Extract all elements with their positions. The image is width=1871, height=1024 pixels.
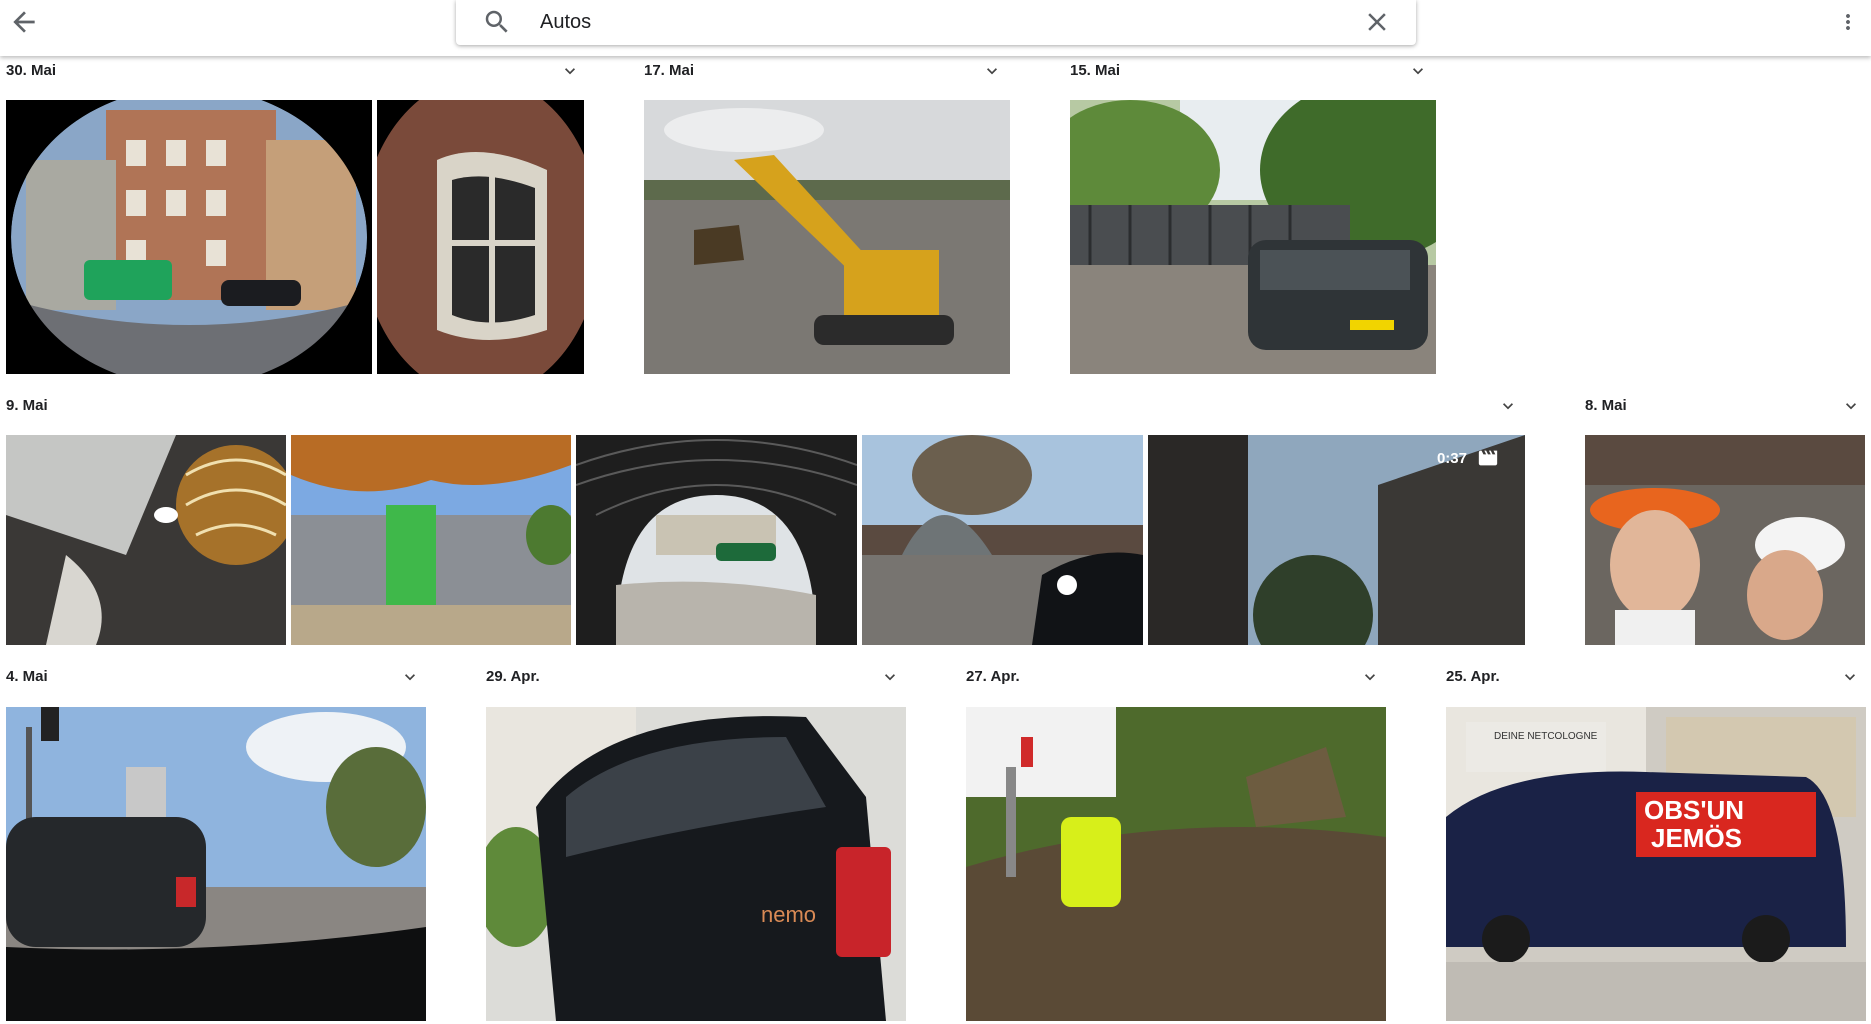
- van-sign-line2: JEMÖS: [1651, 823, 1742, 853]
- video-duration-badge: 0:37: [1437, 447, 1501, 469]
- chevron-down-icon[interactable]: [400, 667, 420, 687]
- chevron-down-icon[interactable]: [982, 61, 1002, 81]
- photo-thumbnail[interactable]: [6, 100, 372, 374]
- photo-thumbnail[interactable]: [6, 435, 286, 645]
- arrow-back-icon: [13, 11, 35, 33]
- date-header-8-mai: 8. Mai: [1585, 395, 1861, 417]
- date-label: 9. Mai: [6, 397, 48, 414]
- photo-thumbnail[interactable]: [644, 100, 1010, 374]
- date-label: 29. Apr.: [486, 668, 540, 685]
- date-header-17-mai: 17. Mai: [644, 60, 1002, 82]
- photo-thumbnail[interactable]: [576, 435, 857, 645]
- date-label: 30. Mai: [6, 62, 57, 79]
- chevron-down-icon[interactable]: [1841, 396, 1861, 416]
- chevron-down-icon[interactable]: [1840, 667, 1860, 687]
- photo-thumbnail[interactable]: [291, 435, 571, 645]
- date-header-27-apr: 27. Apr.: [966, 666, 1380, 688]
- search-icon[interactable]: [482, 7, 512, 37]
- date-header-25-apr: 25. Apr.: [1446, 666, 1860, 688]
- date-header-9-mai: 9. Mai: [6, 395, 1518, 417]
- photo-thumbnail[interactable]: [966, 707, 1386, 1021]
- chevron-down-icon[interactable]: [880, 667, 900, 687]
- date-label: 25. Apr.: [1446, 668, 1500, 685]
- search-box: [456, 0, 1416, 45]
- photo-thumbnail[interactable]: nemo: [486, 707, 906, 1021]
- date-label: 4. Mai: [6, 668, 48, 685]
- date-header-30-mai: 30. Mai: [6, 60, 580, 82]
- close-icon: [1368, 13, 1386, 31]
- photo-thumbnail[interactable]: [377, 100, 584, 374]
- date-label: 17. Mai: [644, 62, 695, 79]
- more-options-button[interactable]: [1836, 6, 1860, 38]
- date-header-4-mai: 4. Mai: [6, 666, 420, 688]
- video-duration: 0:37: [1436, 449, 1467, 467]
- chevron-down-icon[interactable]: [1498, 396, 1518, 416]
- shop-sign: DEINE NETCOLOGNE: [1494, 731, 1598, 742]
- more-vert-icon: [1846, 14, 1850, 30]
- nemo-badge: nemo: [761, 902, 816, 927]
- search-input[interactable]: [540, 8, 1300, 36]
- date-header-29-apr: 29. Apr.: [486, 666, 900, 688]
- video-thumbnail[interactable]: 0:37: [1148, 435, 1525, 645]
- chevron-down-icon[interactable]: [1408, 61, 1428, 81]
- clear-search-button[interactable]: [1362, 7, 1392, 37]
- movie-clapper-icon: [1478, 450, 1498, 466]
- date-header-15-mai: 15. Mai: [1070, 60, 1428, 82]
- photo-thumbnail[interactable]: DEINE NETCOLOGNE OBS'UN JEMÖS: [1446, 707, 1866, 1021]
- photo-thumbnail[interactable]: [862, 435, 1143, 645]
- chevron-down-icon[interactable]: [1360, 667, 1380, 687]
- chevron-down-icon[interactable]: [560, 61, 580, 81]
- date-label: 15. Mai: [1070, 62, 1121, 79]
- van-sign-line1: OBS'UN: [1644, 795, 1744, 825]
- photo-thumbnail[interactable]: [1585, 435, 1865, 645]
- date-label: 8. Mai: [1585, 397, 1627, 414]
- back-button[interactable]: [8, 6, 40, 38]
- top-app-bar: [0, 0, 1871, 56]
- photo-thumbnail[interactable]: [6, 707, 426, 1021]
- date-label: 27. Apr.: [966, 668, 1020, 685]
- photo-thumbnail[interactable]: [1070, 100, 1436, 374]
